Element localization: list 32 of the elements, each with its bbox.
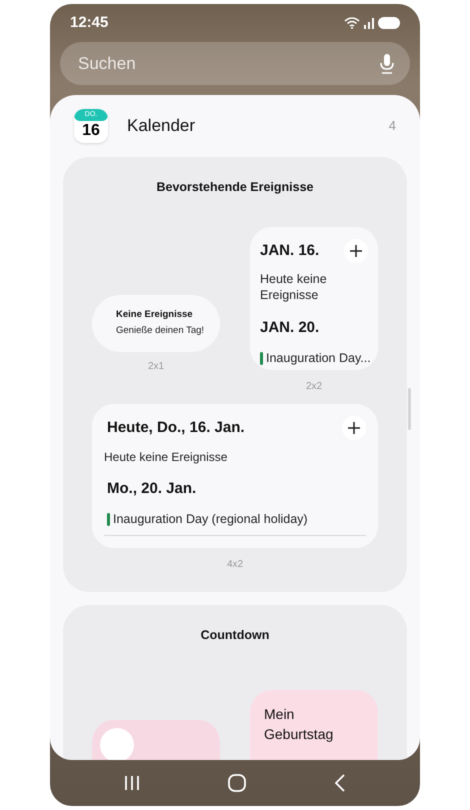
countdown-title: Mein Geburtstag: [264, 704, 334, 744]
widget-count: 4: [388, 117, 396, 136]
group-title: Bevorstehende Ereignisse: [156, 179, 314, 196]
countdown-widget[interactable]: Mein Geburtstag: [250, 690, 378, 760]
widget-subtitle: Genieße deinen Tag!: [116, 324, 206, 338]
status-time: 12:45: [70, 12, 108, 33]
widget-title: Keine Ereignisse: [116, 308, 194, 322]
date-heading: Mo., 20. Jan.: [106, 478, 196, 499]
event-widget[interactable]: Keine Ereignisse Genieße deinen Tag!: [92, 294, 220, 352]
no-events-text: Heute keine Ereignisse: [104, 448, 228, 466]
home-icon[interactable]: [228, 774, 246, 792]
add-button[interactable]: [342, 416, 366, 440]
size-label: 2x2: [306, 380, 322, 394]
date-heading: Heute, Do., 16. Jan.: [106, 418, 245, 438]
wifi-icon: [344, 17, 360, 29]
date-heading: JAN. 20.: [260, 318, 320, 338]
event-title[interactable]: Inauguration Day (regional holiday): [113, 510, 308, 529]
add-button[interactable]: [344, 238, 368, 263]
group-title: Countdown: [200, 626, 270, 644]
signal-icon: [364, 18, 374, 28]
microphone-icon[interactable]: [380, 54, 394, 74]
no-events-text: Heute keine Ereignisse: [260, 270, 328, 303]
size-label: 4x2: [226, 558, 244, 572]
app-name: Kalender: [127, 115, 196, 138]
agenda-widget[interactable]: Heute, Do., 16. Jan. Heute keine Ereignisse Mo., 20. Jan. Inauguration Day (regional holiday): [92, 404, 378, 548]
size-label: 2x1: [148, 360, 164, 374]
recent-apps-icon[interactable]: [124, 775, 140, 791]
battery-icon: [378, 17, 400, 29]
date-heading: JAN. 16.: [260, 240, 320, 260]
agenda-widget[interactable]: JAN. 16. Heute keine Ereignisse JAN. 20. Inauguration Day...: [250, 226, 378, 370]
back-icon[interactable]: [334, 774, 346, 792]
event-title[interactable]: Inauguration Day...: [266, 349, 371, 368]
